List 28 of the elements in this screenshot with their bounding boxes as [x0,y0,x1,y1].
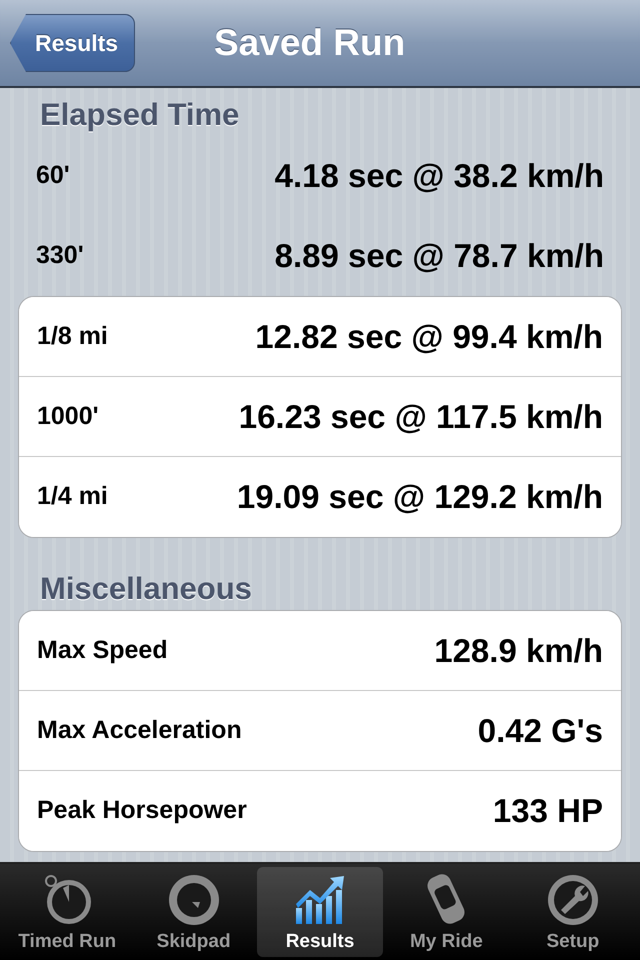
row-label: Max Speed [37,634,168,666]
chart-icon [294,874,346,926]
row-label: 1/8 mi [37,320,108,352]
row-value: 0.42 G's [478,710,603,751]
tab-item[interactable]: Setup [510,867,636,957]
row-label: Max Acceleration [37,714,242,746]
row-value: 16.23 sec @ 117.5 km/h [238,396,603,437]
section-header: Elapsed Time [39,96,240,134]
row-value: 12.82 sec @ 99.4 km/h [255,316,603,357]
row-label: Peak Horsepower [37,795,247,826]
gauge-icon [168,874,220,926]
wrench-icon [546,874,599,926]
row-label: 60' [36,160,70,192]
window-title: Saved Run [214,21,406,66]
row-value: 4.18 sec @ 38.2 km/h [274,156,604,196]
back-button[interactable]: Results [10,14,136,72]
section-header: Miscellaneous [39,570,253,608]
tab-item[interactable]: My Ride [383,867,510,957]
row-value: 128.9 km/h [434,630,603,671]
tab-item[interactable]: Timed Run [4,867,130,957]
row-value: 8.89 sec @ 78.7 km/h [274,236,604,276]
row-label: 1000' [37,400,99,432]
tab-item[interactable]: Results [256,867,384,957]
row-label: 330' [36,240,84,272]
row-label: 1/4 mi [37,481,108,512]
tab-item[interactable]: Skidpad [130,867,257,957]
row-value: 133 HP [492,791,603,832]
row-value: 19.09 sec @ 129.2 km/h [236,477,603,518]
